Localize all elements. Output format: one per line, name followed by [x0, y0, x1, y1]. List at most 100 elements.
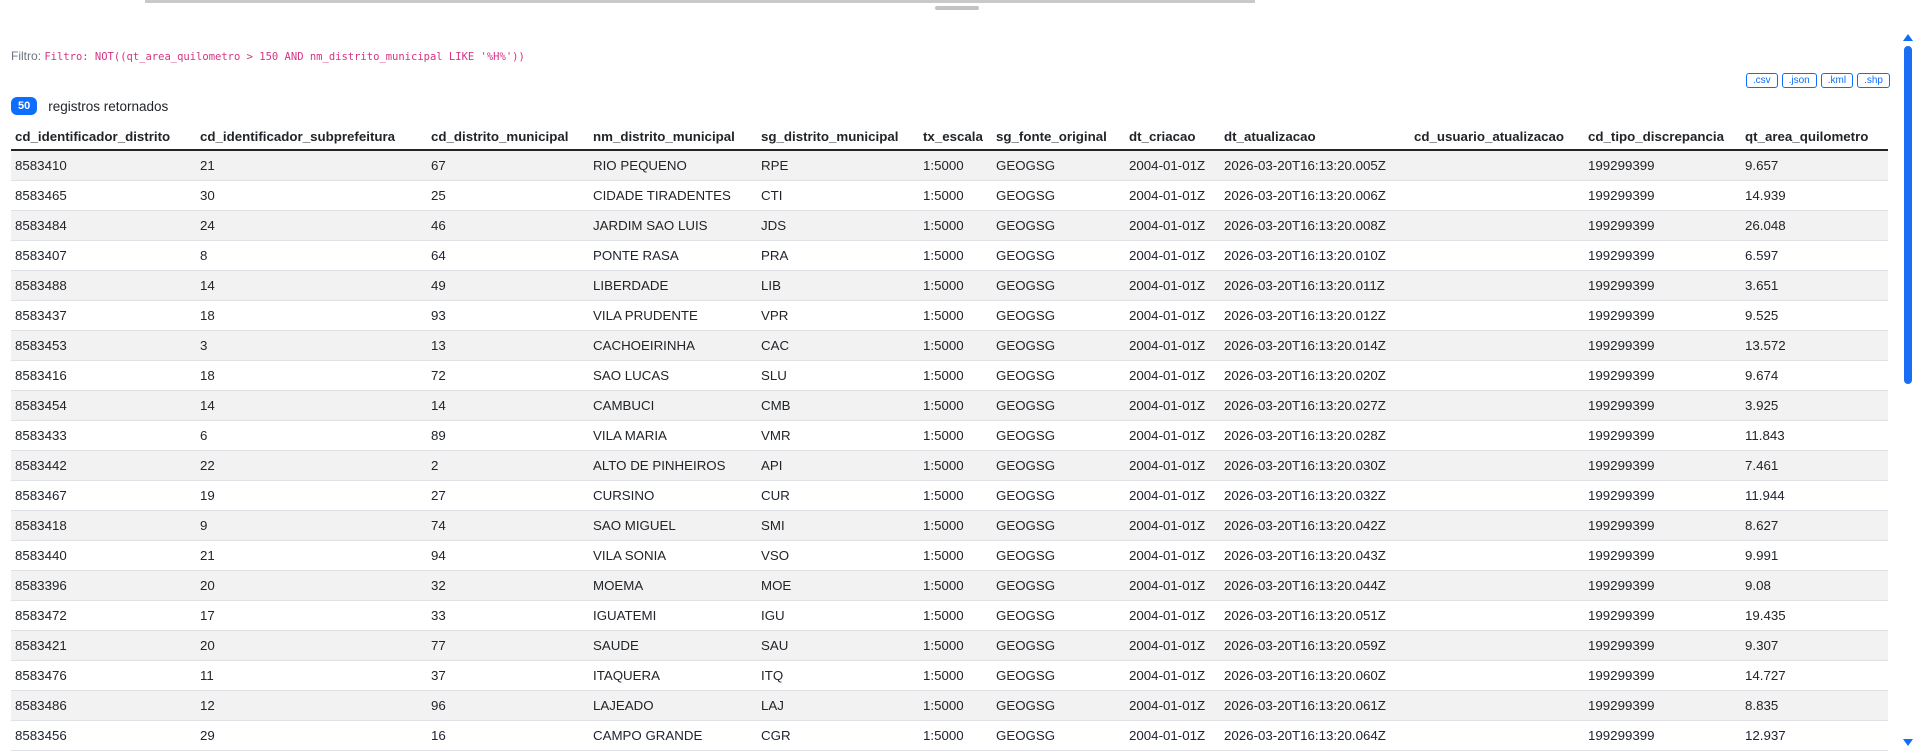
table-cell-tx-escala: 1:5000 — [919, 660, 992, 691]
table-row[interactable]: 8583454 14 14 CAMBUCI CMB 1:5000 GEOGSG 2004-01… — [11, 390, 1888, 421]
column-header-sg-distrito-municipal[interactable]: sg_distrito_municipal — [757, 124, 919, 151]
table-cell-sg-fonte-original: GEOGSG — [992, 210, 1125, 241]
table-cell-tx-escala: 1:5000 — [919, 270, 992, 301]
table-cell-tx-escala: 1:5000 — [919, 720, 992, 751]
table-cell-cd-usuario-atualizacao — [1410, 720, 1584, 751]
table-row[interactable]: 8583433 6 89 VILA MARIA VMR 1:5000 GEOGSG 2004-… — [11, 420, 1888, 451]
column-header-cd-distrito-municipal[interactable]: cd_distrito_municipal — [427, 124, 589, 151]
scroll-down-arrow-icon[interactable] — [1903, 739, 1913, 746]
export-shp-button[interactable]: .shp — [1857, 73, 1890, 88]
table-row[interactable]: 8583421 20 77 SAUDE SAU 1:5000 GEOGSG 2004-01-0… — [11, 630, 1888, 661]
table-row[interactable]: 8583416 18 72 SAO LUCAS SLU 1:5000 GEOGSG 2004-… — [11, 360, 1888, 391]
export-csv-button[interactable]: .csv — [1745, 73, 1778, 88]
map-panel-edge — [0, 0, 1900, 10]
table-row[interactable]: 8583476 11 37 ITAQUERA ITQ 1:5000 GEOGSG 2004-0… — [11, 660, 1888, 691]
table-cell-cd-identificador-distrito: 8583453 — [11, 330, 196, 361]
table-cell-cd-usuario-atualizacao — [1410, 150, 1584, 181]
table-cell-cd-distrito-municipal: 37 — [427, 660, 589, 691]
table-cell-dt-atualizacao: 2026-03-20T16:13:20.051Z — [1220, 600, 1410, 631]
table-cell-cd-tipo-discrepancia: 199299399 — [1584, 150, 1741, 181]
table-cell-cd-tipo-discrepancia: 199299399 — [1584, 630, 1741, 661]
table-cell-sg-fonte-original: GEOGSG — [992, 360, 1125, 391]
table-cell-cd-usuario-atualizacao — [1410, 180, 1584, 211]
table-cell-cd-tipo-discrepancia: 199299399 — [1584, 210, 1741, 241]
export-kml-button[interactable]: .kml — [1820, 73, 1854, 88]
table-cell-dt-atualizacao: 2026-03-20T16:13:20.012Z — [1220, 300, 1410, 331]
table-cell-cd-distrito-municipal: 14 — [427, 390, 589, 421]
table-cell-cd-identificador-distrito: 8583416 — [11, 360, 196, 391]
table-cell-qt-area-quilometro: 9.674 — [1741, 360, 1888, 391]
scrollbar-thumb[interactable] — [1904, 46, 1912, 384]
table-cell-cd-usuario-atualizacao — [1410, 360, 1584, 391]
table-cell-cd-identificador-distrito: 8583437 — [11, 300, 196, 331]
table-cell-dt-atualizacao: 2026-03-20T16:13:20.027Z — [1220, 390, 1410, 421]
table-cell-dt-criacao: 2004-01-01Z — [1125, 150, 1220, 181]
table-cell-cd-tipo-discrepancia: 199299399 — [1584, 420, 1741, 451]
table-row[interactable]: 8583488 14 49 LIBERDADE LIB 1:5000 GEOGSG 2004-… — [11, 270, 1888, 301]
table-row[interactable]: 8583465 30 25 CIDADE TIRADENTES CTI 1:5000 GEO… — [11, 180, 1888, 211]
column-header-cd-identificador-distrito[interactable]: cd_identificador_distrito — [11, 124, 196, 151]
column-header-tx-escala[interactable]: tx_escala — [919, 124, 992, 151]
column-header-cd-identificador-subprefeitura[interactable]: cd_identificador_subprefeitura — [196, 124, 427, 151]
table-cell-qt-area-quilometro: 14.727 — [1741, 660, 1888, 691]
table-cell-dt-atualizacao: 2026-03-20T16:13:20.030Z — [1220, 450, 1410, 481]
table-row[interactable]: 8583437 18 93 VILA PRUDENTE VPR 1:5000 GEOGSG 2… — [11, 300, 1888, 331]
panel-resize-handle[interactable] — [935, 6, 979, 10]
table-cell-tx-escala: 1:5000 — [919, 330, 992, 361]
column-header-dt-atualizacao[interactable]: dt_atualizacao — [1220, 124, 1410, 151]
table-row[interactable]: 8583472 17 33 IGUATEMI IGU 1:5000 GEOGSG 2004-0… — [11, 600, 1888, 631]
export-buttons: .csv .json .kml .shp — [1745, 73, 1890, 88]
table-row[interactable]: 8583410 21 67 RIO PEQUENO RPE 1:5000 GEOGSG 200… — [11, 150, 1888, 181]
table-cell-cd-tipo-discrepancia: 199299399 — [1584, 240, 1741, 271]
table-cell-tx-escala: 1:5000 — [919, 570, 992, 601]
table-cell-cd-tipo-discrepancia: 199299399 — [1584, 180, 1741, 211]
table-cell-cd-tipo-discrepancia: 199299399 — [1584, 510, 1741, 541]
table-cell-dt-atualizacao: 2026-03-20T16:13:20.006Z — [1220, 180, 1410, 211]
table-cell-tx-escala: 1:5000 — [919, 180, 992, 211]
table-row[interactable]: 8583418 9 74 SAO MIGUEL SMI 1:5000 GEOGSG 2004-… — [11, 510, 1888, 541]
export-json-button[interactable]: .json — [1781, 73, 1817, 88]
table-cell-sg-fonte-original: GEOGSG — [992, 600, 1125, 631]
table-cell-tx-escala: 1:5000 — [919, 690, 992, 721]
table-cell-cd-tipo-discrepancia: 199299399 — [1584, 600, 1741, 631]
table-cell-cd-identificador-subprefeitura: 8 — [196, 240, 427, 271]
table-row[interactable]: 8583442 22 2 ALTO DE PINHEIROS API 1:5000 GEOG… — [11, 450, 1888, 481]
table-cell-cd-distrito-municipal: 93 — [427, 300, 589, 331]
table-row[interactable]: 8583407 8 64 PONTE RASA PRA 1:5000 GEOGSG 2004-… — [11, 240, 1888, 271]
table-cell-sg-distrito-municipal: CMB — [757, 390, 919, 421]
table-row[interactable]: 8583486 12 96 LAJEADO LAJ 1:5000 GEOGSG 2004-01… — [11, 690, 1888, 721]
table-cell-sg-distrito-municipal: CAC — [757, 330, 919, 361]
table-cell-cd-distrito-municipal: 72 — [427, 360, 589, 391]
table-cell-cd-distrito-municipal: 89 — [427, 420, 589, 451]
column-header-cd-usuario-atualizacao[interactable]: cd_usuario_atualizacao — [1410, 124, 1584, 151]
column-header-qt-area-quilometro[interactable]: qt_area_quilometro — [1741, 124, 1888, 151]
table-row[interactable]: 8583456 29 16 CAMPO GRANDE CGR 1:5000 GEOGSG 20… — [11, 720, 1888, 751]
column-header-sg-fonte-original[interactable]: sg_fonte_original — [992, 124, 1125, 151]
table-cell-qt-area-quilometro: 6.597 — [1741, 240, 1888, 271]
table-cell-sg-fonte-original: GEOGSG — [992, 330, 1125, 361]
table-cell-cd-identificador-distrito: 8583418 — [11, 510, 196, 541]
scroll-up-arrow-icon[interactable] — [1903, 34, 1913, 41]
table-cell-sg-fonte-original: GEOGSG — [992, 690, 1125, 721]
table-row[interactable]: 8583467 19 27 CURSINO CUR 1:5000 GEOGSG 2004-01… — [11, 480, 1888, 511]
table-row[interactable]: 8583453 3 13 CACHOEIRINHA CAC 1:5000 GEOGSG 200… — [11, 330, 1888, 361]
column-header-dt-criacao[interactable]: dt_criacao — [1125, 124, 1220, 151]
map-preview-strip — [145, 0, 1255, 3]
column-header-nm-distrito-municipal[interactable]: nm_distrito_municipal — [589, 124, 757, 151]
vertical-scrollbar[interactable] — [1900, 28, 1916, 756]
table-cell-sg-distrito-municipal: SLU — [757, 360, 919, 391]
table-row[interactable]: 8583440 21 94 VILA SONIA VSO 1:5000 GEOGSG 2004… — [11, 540, 1888, 571]
table-cell-dt-atualizacao: 2026-03-20T16:13:20.060Z — [1220, 660, 1410, 691]
column-header-cd-tipo-discrepancia[interactable]: cd_tipo_discrepancia — [1584, 124, 1741, 151]
table-cell-sg-distrito-municipal: RPE — [757, 150, 919, 181]
table-cell-nm-distrito-municipal: SAUDE — [589, 630, 757, 661]
table-row[interactable]: 8583484 24 46 JARDIM SAO LUIS JDS 1:5000 GEOGS… — [11, 210, 1888, 241]
table-cell-sg-distrito-municipal: CUR — [757, 480, 919, 511]
table-cell-cd-usuario-atualizacao — [1410, 330, 1584, 361]
table-cell-cd-usuario-atualizacao — [1410, 450, 1584, 481]
table-row[interactable]: 8583396 20 32 MOEMA MOE 1:5000 GEOGSG 2004-01-0… — [11, 570, 1888, 601]
table-cell-cd-usuario-atualizacao — [1410, 600, 1584, 631]
table-cell-cd-identificador-distrito: 8583486 — [11, 690, 196, 721]
table-cell-cd-identificador-distrito: 8583488 — [11, 270, 196, 301]
table-cell-sg-fonte-original: GEOGSG — [992, 570, 1125, 601]
